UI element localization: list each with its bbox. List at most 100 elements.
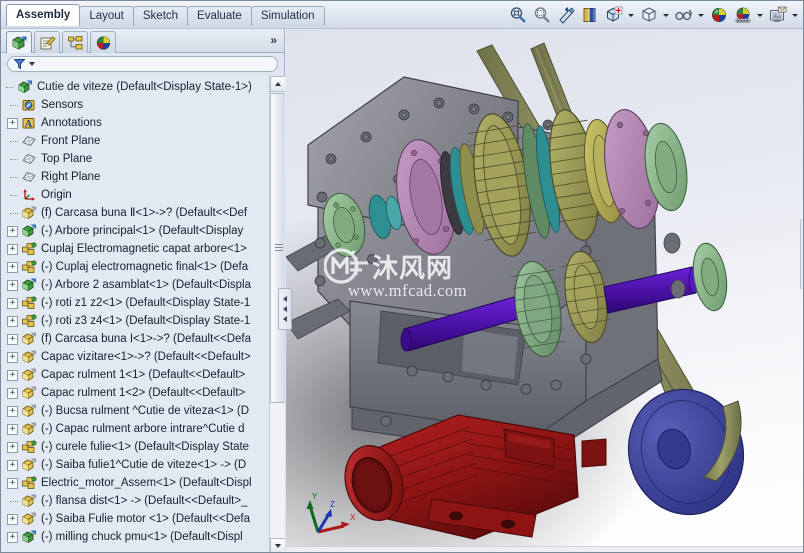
tree-expand-button[interactable]: + (7, 369, 18, 381)
display-manager-tab[interactable] (90, 31, 116, 53)
view-orientation-dropdown-caret[interactable] (626, 4, 635, 26)
feature-manager-tab-row: » (1, 29, 284, 53)
filter-icon (13, 59, 26, 70)
tree-connector (7, 496, 18, 507)
tree-root-item[interactable]: Cutie de viteze (Default<Display State-1… (1, 78, 269, 96)
view-orientation-icon[interactable] (603, 4, 625, 26)
tree-item[interactable]: + (-) Cuplaj electromagnetic final<1> (De… (1, 258, 269, 276)
tree-expand-button[interactable]: + (7, 405, 18, 417)
assembly-icon (21, 530, 37, 545)
tree-item[interactable]: + (-) roti z3 z4<1> (Default<Display Stat… (1, 312, 269, 330)
tree-item[interactable]: + Electric_motor_Assem<1> (Default<Displ (1, 474, 269, 492)
tree-expand-button[interactable]: + (7, 279, 18, 291)
property-manager-tab[interactable] (34, 31, 60, 53)
panel-splitter-handle[interactable] (278, 288, 292, 330)
tab-sketch[interactable]: Sketch (132, 6, 189, 26)
tree-expand-button[interactable]: + (7, 513, 18, 525)
zoom-to-area-icon[interactable] (531, 4, 553, 26)
tree-expand-button[interactable]: + (7, 441, 18, 453)
tree-item[interactable]: + Cuplaj Electromagnetic capat arbore<1> (1, 240, 269, 258)
part-icon (21, 350, 37, 365)
tree-item[interactable]: + (-) roti z1 z2<1> (Default<Display Stat… (1, 294, 269, 312)
hide-show-items-icon[interactable] (673, 4, 695, 26)
feature-tree[interactable]: Cutie de viteze (Default<Display State-1… (1, 76, 269, 552)
tree-item[interactable]: + (-) Saiba fulie1^Cutie de viteze<1> -> … (1, 456, 269, 474)
tab-simulation[interactable]: Simulation (250, 6, 325, 26)
cad-model (286, 42, 745, 540)
tree-expand-button[interactable]: + (7, 261, 18, 273)
tree-item-label: Capac rulment 1<2> (Default<<Default> (41, 387, 246, 399)
tree-item[interactable]: Origin (1, 186, 269, 204)
tree-expand-button[interactable]: + (7, 297, 18, 309)
panel-overflow-chevron[interactable]: » (270, 33, 277, 47)
tree-filter-box[interactable] (7, 56, 278, 72)
tab-layout[interactable]: Layout (79, 6, 134, 26)
tree-expand-button[interactable]: + (7, 117, 18, 129)
tree-expand-button[interactable]: + (7, 333, 18, 345)
tree-item[interactable]: + (-) Capac rulment arbore intrare^Cutie … (1, 420, 269, 438)
view-settings-icon[interactable] (767, 4, 789, 26)
configuration-manager-tab[interactable] (62, 31, 88, 53)
tree-item[interactable]: (-) flansa dist<1> -> (Default<<Default>… (1, 492, 269, 510)
tree-expand-button[interactable]: + (7, 477, 18, 489)
edit-appearance-icon[interactable] (708, 4, 730, 26)
zoom-to-fit-icon[interactable] (507, 4, 529, 26)
tree-item[interactable]: Front Plane (1, 132, 269, 150)
tree-item[interactable]: + Capac rulment 1<1> (Default<<Default> (1, 366, 269, 384)
tree-expand-button[interactable]: + (7, 315, 18, 327)
3d-viewport[interactable]: 沐风网 www.mfcad.com Y X Z (286, 29, 803, 552)
tree-item[interactable]: + (-) curele fulie<1> (Default<Display St… (1, 438, 269, 456)
display-style-dropdown-caret[interactable] (661, 4, 670, 26)
scroll-up-button[interactable] (270, 76, 285, 92)
tree-item[interactable]: + Capac rulment 1<2> (Default<<Default> (1, 384, 269, 402)
tab-assembly[interactable]: Assembly (6, 4, 81, 26)
tree-expand-button[interactable]: + (7, 423, 18, 435)
tree-item-label: Capac vizitare<1>->? (Default<<Default> (41, 351, 251, 363)
view-settings-dropdown-caret[interactable] (790, 4, 799, 26)
tree-item[interactable]: + (-) Saiba Fulie motor <1> (Default<<Def… (1, 510, 269, 528)
tree-item[interactable]: + (-) Arbore principal<1> (Default<Displa… (1, 222, 269, 240)
tab-evaluate[interactable]: Evaluate (187, 6, 252, 26)
tree-item[interactable]: Right Plane (1, 168, 269, 186)
section-view-icon[interactable] (579, 4, 601, 26)
tree-item-label: (f) Carcasa buna I<1>->? (Default<<Defa (41, 333, 251, 345)
scrollbar-thumb[interactable] (270, 93, 285, 403)
filter-dropdown-caret[interactable] (29, 62, 35, 66)
subassembly-icon (21, 241, 37, 257)
previous-view-icon[interactable] (555, 4, 577, 26)
tree-item-label: Annotations (41, 117, 102, 129)
apply-scene-dropdown-caret[interactable] (755, 4, 764, 26)
tree-item-label: (-) Bucsa rulment ^Cutie de viteza<1> (D (41, 405, 250, 417)
tree-item-label: Front Plane (41, 135, 101, 147)
tree-item-label: (-) Arbore principal<1> (Default<Display (41, 225, 244, 237)
tree-expand-button[interactable]: + (7, 225, 18, 237)
tree-expand-button[interactable]: + (7, 351, 18, 363)
tree-item[interactable]: + A Annotations (1, 114, 269, 132)
tree-item-label: Cuplaj Electromagnetic capat arbore<1> (41, 243, 247, 255)
tree-expand-button[interactable]: + (7, 387, 18, 399)
tree-item[interactable]: (f) Carcasa buna Ⅱ<1>->? (Default<<Def (1, 204, 269, 222)
scroll-down-button[interactable] (270, 538, 285, 552)
tree-expand-button[interactable]: + (7, 531, 18, 543)
tree-connector (7, 100, 18, 111)
hide-show-items-dropdown-caret[interactable] (696, 4, 705, 26)
tree-expand-button[interactable]: + (7, 459, 18, 471)
display-style-icon[interactable] (638, 4, 660, 26)
tree-item[interactable]: + Capac vizitare<1>->? (Default<<Default> (1, 348, 269, 366)
tree-item[interactable]: + (-) Arbore 2 asamblat<1> (Default<Displ… (1, 276, 269, 294)
tree-connector (7, 154, 18, 165)
tree-item[interactable]: + (-) Bucsa rulment ^Cutie de viteza<1> (… (1, 402, 269, 420)
viewport-bottom-scrollbar[interactable] (286, 546, 803, 552)
tree-expand-button[interactable]: + (7, 243, 18, 255)
tree-item[interactable]: + (-) milling chuck pmu<1> (Default<Displ (1, 528, 269, 546)
tree-item[interactable]: + (f) Carcasa buna I<1>->? (Default<<Defa (1, 330, 269, 348)
tree-item-label: (-) curele fulie<1> (Default<Display Sta… (41, 441, 250, 453)
part-icon (21, 206, 37, 221)
tree-item[interactable]: Top Plane (1, 150, 269, 168)
tree-item-label: (-) milling chuck pmu<1> (Default<Displ (41, 531, 243, 543)
part-icon (21, 332, 37, 347)
apply-scene-icon[interactable] (732, 4, 754, 26)
command-manager-bar: Assembly Layout Sketch Evaluate Simulati… (1, 1, 803, 29)
tree-item[interactable]: Sensors (1, 96, 269, 114)
feature-tree-tab[interactable] (6, 31, 32, 53)
